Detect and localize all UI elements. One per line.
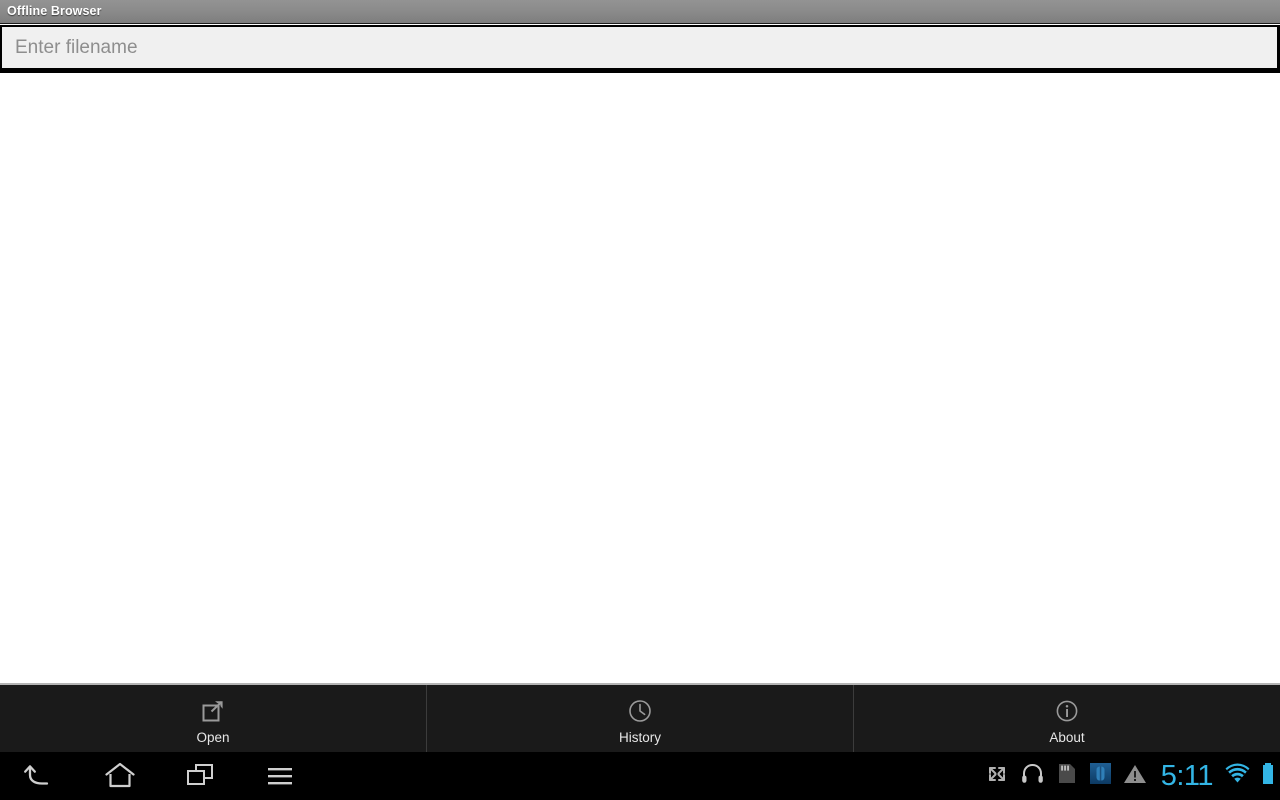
app-bottom-toolbar: Open History About <box>0 683 1280 752</box>
info-circle-icon <box>1054 698 1080 724</box>
filename-input-frame <box>0 25 1280 73</box>
recents-icon <box>183 761 217 791</box>
recents-button[interactable] <box>160 752 240 800</box>
android-system-bar: 5:11 <box>0 752 1280 800</box>
toolbar-button-about[interactable]: About <box>853 685 1280 752</box>
system-status-tray: 5:11 <box>984 752 1276 800</box>
warning-triangle-icon <box>1122 762 1148 791</box>
toolbar-label-about: About <box>1049 730 1085 745</box>
page-content-area <box>0 73 1280 683</box>
menu-button[interactable] <box>240 752 320 800</box>
toolbar-label-history: History <box>618 730 661 745</box>
clock-icon <box>627 698 653 724</box>
back-button[interactable] <box>0 752 80 800</box>
home-button[interactable] <box>80 752 160 800</box>
toolbar-button-history[interactable]: History <box>426 685 853 752</box>
home-icon <box>103 761 137 791</box>
open-external-icon <box>200 698 226 724</box>
menu-icon <box>263 761 297 791</box>
usb-storage-icon <box>1088 761 1113 791</box>
window-title-bar: Offline Browser <box>0 0 1280 24</box>
battery-full-icon <box>1260 761 1276 792</box>
status-clock: 5:11 <box>1160 759 1214 792</box>
toolbar-label-open: Open <box>196 730 230 745</box>
wifi-icon <box>1224 762 1251 791</box>
sd-card-icon <box>1055 760 1079 792</box>
system-nav-buttons <box>0 752 320 800</box>
fullscreen-expand-icon[interactable] <box>984 761 1010 792</box>
back-arrow-icon <box>23 761 57 791</box>
filename-input[interactable] <box>2 27 1277 68</box>
headphones-icon <box>1019 760 1046 792</box>
page-title: Offline Browser <box>7 4 102 19</box>
toolbar-button-open[interactable]: Open <box>0 685 426 752</box>
offline-browser-app: Offline Browser Open <box>0 0 1280 800</box>
